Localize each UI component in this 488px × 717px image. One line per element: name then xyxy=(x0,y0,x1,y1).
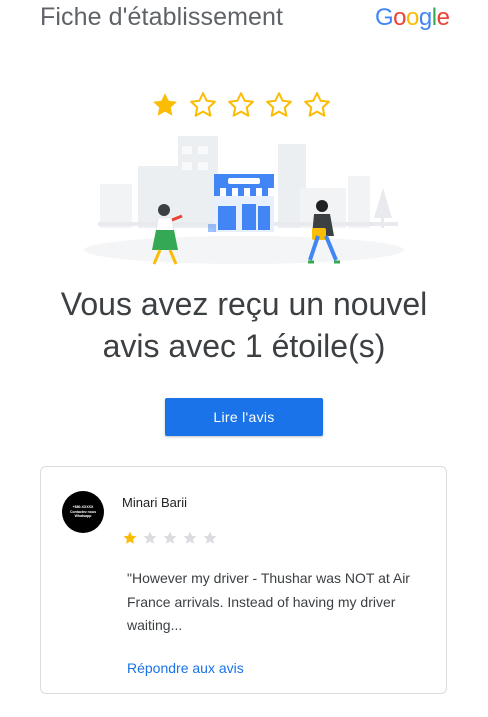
star-outline-icon xyxy=(266,92,292,117)
reply-to-reviews-link[interactable]: Répondre aux avis xyxy=(127,660,244,676)
logo-letter: o xyxy=(393,4,407,31)
header: Fiche d'établissement Google xyxy=(0,0,488,40)
logo-letter: g xyxy=(418,4,432,31)
review-card: +880-XXXXX Contactez nous Whatsapp Minar… xyxy=(40,466,447,694)
star-outline-icon xyxy=(190,92,216,117)
review-text-line: France arrivals. Instead of having my dr… xyxy=(127,593,396,610)
headline: Vous avez reçu un nouvel avis avec 1 éto… xyxy=(0,283,488,367)
logo-letter: e xyxy=(436,4,450,31)
star-outline-icon xyxy=(228,92,254,117)
logo-letter: o xyxy=(406,4,419,31)
logo-letter: G xyxy=(375,4,394,31)
storefront-illustration xyxy=(84,136,404,265)
star-rating xyxy=(150,90,340,124)
star-empty-icon xyxy=(143,531,157,544)
avatar: +880-XXXXX Contactez nous Whatsapp xyxy=(62,491,104,533)
star-empty-icon xyxy=(163,531,177,544)
google-logo: Google xyxy=(375,4,450,32)
read-review-button[interactable]: Lire l'avis xyxy=(165,398,323,436)
star-filled-icon xyxy=(153,93,177,116)
avatar-text: Whatsapp xyxy=(74,514,92,519)
page-title: Fiche d'établissement xyxy=(40,3,284,31)
headline-line: Vous avez reçu un nouvel xyxy=(60,286,428,322)
review-text-line: "However my driver - Thushar was NOT at … xyxy=(127,570,410,586)
star-filled-icon xyxy=(123,531,137,544)
star-empty-icon xyxy=(183,531,197,544)
review-text-line: waiting... xyxy=(127,617,183,633)
star-outline-icon xyxy=(304,92,330,117)
star-empty-icon xyxy=(203,531,217,544)
review-star-rating xyxy=(122,530,218,546)
review-excerpt: "However my driver - Thushar was NOT at … xyxy=(127,567,427,638)
reviewer-name: Minari Barii xyxy=(122,495,188,510)
headline-line: avis avec 1 étoile(s) xyxy=(102,328,386,364)
